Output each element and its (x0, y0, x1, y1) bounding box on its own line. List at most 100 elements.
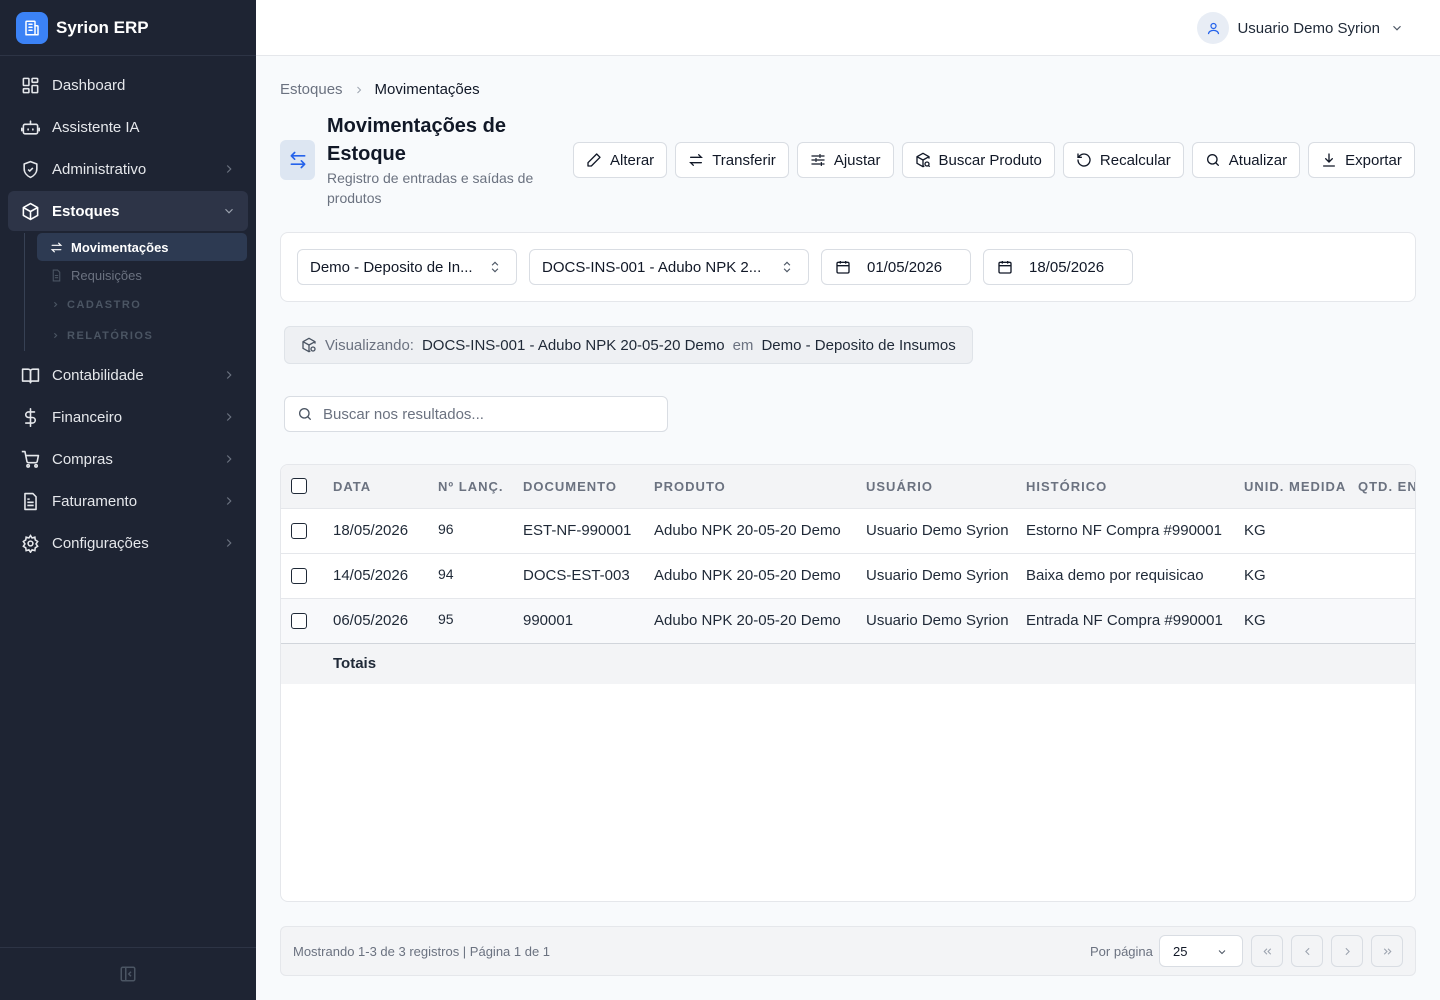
buscar-produto-button[interactable]: Buscar Produto (901, 142, 1055, 178)
button-label: Atualizar (1228, 151, 1288, 169)
sidebar-item-label: Dashboard (52, 76, 126, 94)
sidebar-subitem-movimentacoes[interactable]: Movimentações (37, 233, 247, 261)
user-menu[interactable]: Usuario Demo Syrion (1197, 12, 1404, 44)
page-title: Movimentações de Estoque (327, 115, 506, 165)
chevron-down-icon (1216, 946, 1228, 958)
select-value: DOCS-INS-001 - Adubo NPK 2... (542, 258, 762, 276)
transferir-button[interactable]: Transferir (675, 142, 789, 178)
column-header[interactable]: Usuário (854, 465, 1014, 508)
sidebar-item-assistente-ia[interactable]: Assistente IA (8, 107, 248, 147)
per-page-select[interactable]: 25 (1159, 935, 1243, 967)
select-all-checkbox[interactable] (291, 478, 307, 495)
cell-usuario: Usuario Demo Syrion (854, 597, 1014, 643)
button-label: Recalcular (1099, 151, 1171, 169)
toolbar: Alterar Transferir Ajustar Buscar Produt… (573, 142, 1415, 178)
sidebar-item-faturamento[interactable]: Faturamento (8, 481, 248, 521)
column-header[interactable]: Documento (511, 465, 642, 508)
atualizar-button[interactable]: Atualizar (1191, 142, 1301, 178)
column-header[interactable]: Nº Lanç. (426, 465, 511, 508)
top-bar: Usuario Demo Syrion (256, 0, 1440, 56)
row-checkbox[interactable] (291, 612, 307, 629)
button-label: Buscar Produto (938, 151, 1042, 169)
column-header[interactable]: Data (321, 465, 426, 508)
date-from-picker[interactable]: 01/05/2026 (821, 249, 971, 285)
app-name: Syrion ERP (56, 17, 149, 37)
exportar-button[interactable]: Exportar (1308, 142, 1415, 178)
search-input[interactable] (323, 405, 653, 423)
column-header[interactable]: Histórico (1014, 465, 1232, 508)
filter-bar: Demo - Deposito de In... DOCS-INS-001 - … (280, 232, 1416, 302)
first-page-button[interactable] (1251, 935, 1283, 967)
chevron-right-icon (222, 368, 236, 382)
download-icon (1321, 152, 1337, 168)
sidebar-item-contabilidade[interactable]: Contabilidade (8, 355, 248, 395)
cell-usuario: Usuario Demo Syrion (854, 507, 1014, 553)
cell-qtd-entrada (1346, 597, 1415, 643)
chevron-right-icon (51, 300, 60, 309)
deposito-select[interactable]: Demo - Deposito de In... (297, 249, 517, 285)
sidebar-section-relatorios[interactable]: RELATÓRIOS (37, 320, 247, 351)
package-search-icon (915, 152, 931, 168)
movements-table: Data Nº Lanç. Documento Produto Usuário … (280, 464, 1416, 902)
breadcrumb-parent[interactable]: Estoques (280, 81, 343, 98)
cell-data: 06/05/2026 (321, 597, 426, 643)
cell-unid: KG (1232, 507, 1346, 553)
viewing-connector: em (732, 336, 754, 354)
bot-icon (20, 117, 40, 137)
sidebar-item-compras[interactable]: Compras (8, 439, 248, 479)
sidebar-item-label: Faturamento (52, 492, 138, 510)
arrows-left-right-icon (49, 240, 63, 254)
sidebar-item-configuracoes[interactable]: Configurações (8, 523, 248, 563)
table-row[interactable]: 14/05/2026 94 DOCS-EST-003 Adubo NPK 20-… (281, 552, 1415, 598)
breadcrumb-current: Movimentações (374, 81, 480, 98)
next-page-button[interactable] (1331, 935, 1363, 967)
sidebar-item-label: Estoques (52, 202, 120, 220)
sidebar-item-administrativo[interactable]: Administrativo (8, 149, 248, 189)
sidebar-collapse-button[interactable] (0, 947, 256, 1000)
cart-icon (20, 449, 40, 469)
produto-select[interactable]: DOCS-INS-001 - Adubo NPK 2... (529, 249, 809, 285)
prev-page-button[interactable] (1291, 935, 1323, 967)
cell-data: 14/05/2026 (321, 552, 426, 598)
table-header-row: Data Nº Lanç. Documento Produto Usuário … (281, 465, 1415, 508)
package-icon (20, 201, 40, 221)
dashboard-icon (20, 75, 40, 95)
sidebar-item-dashboard[interactable]: Dashboard (8, 65, 248, 105)
sidebar-section-cadastro[interactable]: CADASTRO (37, 289, 247, 320)
column-header[interactable]: Qtd. Entrada (1346, 465, 1415, 508)
row-checkbox[interactable] (291, 522, 307, 539)
alterar-button[interactable]: Alterar (573, 142, 668, 178)
date-to-picker[interactable]: 18/05/2026 (983, 249, 1133, 285)
search-icon (1205, 152, 1221, 168)
recalcular-button[interactable]: Recalcular (1062, 142, 1184, 178)
cell-qtd-entrada (1346, 552, 1415, 598)
button-label: Alterar (610, 151, 655, 169)
ajustar-button[interactable]: Ajustar (796, 142, 894, 178)
sidebar-subitem-requisicoes[interactable]: Requisições (37, 261, 247, 289)
package-search-icon (301, 337, 317, 353)
cell-historico: Baixa demo por requisicao (1014, 552, 1232, 598)
pagination-info: Mostrando 1-3 de 3 registros | Página 1 … (293, 944, 551, 959)
last-page-button[interactable] (1371, 935, 1403, 967)
sidebar-item-label: Administrativo (52, 160, 147, 178)
calendar-icon (835, 259, 851, 275)
sidebar-nav: Dashboard Assistente IA Administrativo E… (0, 56, 256, 563)
sidebar-item-financeiro[interactable]: Financeiro (8, 397, 248, 437)
select-value: Demo - Deposito de In... (310, 258, 473, 276)
building-logo-icon (16, 11, 48, 44)
brand[interactable]: Syrion ERP (0, 0, 256, 56)
row-checkbox[interactable] (291, 567, 307, 584)
table-row[interactable]: 18/05/2026 96 EST-NF-990001 Adubo NPK 20… (281, 507, 1415, 553)
cell-historico: Entrada NF Compra #990001 (1014, 597, 1232, 643)
button-label: Transferir (712, 151, 776, 169)
sidebar-item-estoques[interactable]: Estoques (8, 191, 248, 231)
book-icon (20, 365, 40, 385)
column-header[interactable]: Produto (642, 465, 854, 508)
search-icon (297, 406, 313, 422)
per-page-label: Por página (1090, 944, 1153, 959)
column-header[interactable]: Unid. Medida (1232, 465, 1346, 508)
chevrons-up-down-icon (780, 260, 794, 274)
cell-unid: KG (1232, 597, 1346, 643)
table-row[interactable]: 06/05/2026 95 990001 Adubo NPK 20-05-20 … (281, 597, 1415, 643)
chevron-right-icon (1341, 945, 1354, 958)
